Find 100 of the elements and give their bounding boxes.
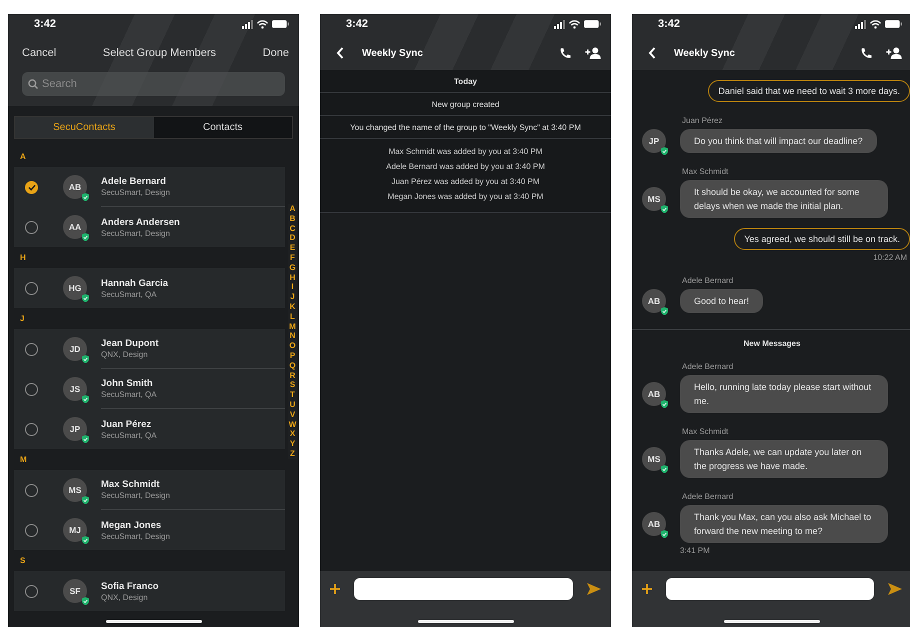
checkbox[interactable] — [25, 180, 38, 194]
avatar: SF — [63, 579, 87, 603]
add-person-icon[interactable] — [585, 47, 601, 59]
contact-name: John Smith — [101, 378, 153, 389]
sender-name: Adele Bernard — [682, 492, 734, 501]
avatar: AA — [63, 215, 87, 239]
incoming-message: Hello, running late today please start without me. — [680, 375, 888, 413]
system-notice: Megan Jones was added by you at 3:40 PM — [388, 191, 544, 203]
search-input[interactable]: Search — [42, 78, 242, 90]
verified-shield-icon — [82, 434, 89, 443]
checkbox[interactable] — [25, 584, 38, 598]
signal-icon — [242, 20, 253, 28]
contact-row[interactable]: JP Juan Pérez SecuSmart, QA — [14, 409, 285, 449]
add-person-icon[interactable] — [886, 47, 902, 59]
tab[interactable]: Contacts — [154, 117, 292, 138]
message-input[interactable] — [666, 578, 874, 600]
checkbox[interactable] — [25, 422, 38, 436]
back-icon[interactable] — [648, 47, 656, 59]
verified-shield-icon — [82, 232, 89, 241]
screen-title: Select Group Members — [102, 47, 216, 59]
checkbox[interactable] — [25, 524, 38, 536]
checkmark-icon — [28, 184, 36, 190]
system-notice: You changed the name of the group to "Weekly Sync" at 3:40 PM — [350, 122, 581, 132]
avatar: HG — [63, 276, 87, 300]
battery-icon — [272, 20, 289, 28]
signal-icon — [554, 20, 565, 28]
contact-name: Adele Bernard — [101, 176, 166, 187]
avatar: MS — [63, 478, 87, 502]
contact-row[interactable]: AB Adele Bernard SecuSmart, Design — [14, 167, 285, 207]
contact-name: Sofia Franco — [101, 580, 159, 592]
verified-shield-icon — [82, 294, 89, 302]
verified-shield-icon — [82, 596, 89, 605]
contact-name: Anders Andersen — [101, 216, 180, 228]
system-notice: New group created — [432, 100, 500, 108]
battery-icon — [584, 20, 601, 28]
incoming-message: Do you think that will impact our deadline? — [680, 129, 877, 153]
verified-shield-icon — [82, 394, 89, 403]
section-letter: S — [20, 556, 26, 565]
contact-name: Hannah Garcia — [101, 278, 168, 288]
system-notice: Juan Pérez was added by you at 3:40 PM — [391, 176, 540, 188]
wifi-icon — [569, 20, 580, 28]
checkbox[interactable] — [25, 382, 38, 396]
section-letter: H — [20, 253, 26, 262]
avatar: MS — [642, 447, 666, 471]
section-letter: M — [20, 455, 27, 464]
contact-row[interactable]: AA Anders Andersen SecuSmart, Design — [14, 207, 285, 247]
system-notice: Adele Bernard was added by you at 3:40 PM — [386, 161, 545, 173]
phone-icon[interactable] — [860, 47, 872, 59]
sender-name: Max Schmidt — [682, 427, 730, 436]
verified-shield-icon — [661, 146, 668, 155]
contact-detail: SecuSmart, Design — [101, 228, 170, 238]
avatar: JS — [63, 377, 87, 401]
contact-row[interactable]: JS John Smith SecuSmart, QA — [14, 369, 285, 409]
tab[interactable]: SecuContacts — [15, 117, 154, 138]
avatar: AB — [642, 289, 666, 313]
sender-name: Adele Bernard — [682, 362, 734, 371]
contact-detail: SecuSmart, Design — [101, 188, 170, 197]
done-button[interactable]: Done — [262, 47, 289, 59]
contact-row[interactable]: MS Max Schmidt SecuSmart, Design — [14, 470, 285, 510]
section-letter: A — [20, 152, 26, 161]
send-icon[interactable] — [587, 583, 601, 595]
contact-detail: QNX, Design — [101, 350, 148, 359]
back-icon[interactable] — [336, 47, 344, 59]
date-label: Today — [454, 76, 477, 86]
contact-row[interactable]: MJ Megan Jones SecuSmart, Design — [14, 510, 285, 550]
contact-detail: QNX, Design — [101, 592, 148, 602]
contact-name: Megan Jones — [101, 520, 162, 530]
chat-title: Weekly Sync — [362, 48, 424, 58]
checkbox[interactable] — [25, 342, 38, 356]
search-icon — [28, 79, 38, 89]
contact-detail: SecuSmart, QA — [101, 430, 157, 440]
plus-icon[interactable] — [642, 584, 652, 594]
contact-row[interactable]: HG Hannah Garcia SecuSmart, QA — [14, 268, 285, 308]
checkbox[interactable] — [25, 282, 38, 294]
avatar: JP — [642, 129, 666, 153]
checkbox[interactable] — [25, 220, 38, 234]
cancel-button[interactable]: Cancel — [22, 47, 56, 59]
verified-shield-icon — [661, 204, 668, 213]
search-field[interactable]: Search — [22, 72, 285, 96]
checkbox[interactable] — [25, 484, 38, 496]
section-letter: J — [20, 314, 24, 323]
contact-row[interactable]: JD Jean Dupont QNX, Design — [14, 329, 285, 369]
plus-icon[interactable] — [330, 584, 340, 594]
status-time: 3:42 — [346, 18, 368, 30]
contact-detail: SecuSmart, QA — [101, 290, 157, 298]
phone-icon[interactable] — [559, 47, 571, 59]
incoming-message: Thank you Max, can you also ask Michael to forward the new meeting to me? — [680, 505, 888, 543]
new-messages-label: New Messages — [744, 339, 800, 348]
wifi-icon — [870, 20, 881, 28]
send-icon[interactable] — [888, 583, 902, 595]
status-time: 3:42 — [34, 18, 56, 30]
contact-row[interactable]: SF Sofia Franco QNX, Design — [14, 571, 285, 611]
verified-shield-icon — [661, 464, 668, 473]
alphabet-index[interactable]: A B C D E F G H I J K L M N O P Q R S T U V W X Y Z — [288, 204, 297, 459]
message-input[interactable] — [354, 578, 573, 600]
verified-shield-icon — [661, 530, 668, 538]
avatar: AB — [642, 382, 666, 406]
contact-detail: SecuSmart, QA — [101, 390, 157, 399]
outgoing-message: Yes agreed, we should still be on track. — [734, 228, 910, 250]
message-time: 3:41 PM — [680, 546, 711, 555]
